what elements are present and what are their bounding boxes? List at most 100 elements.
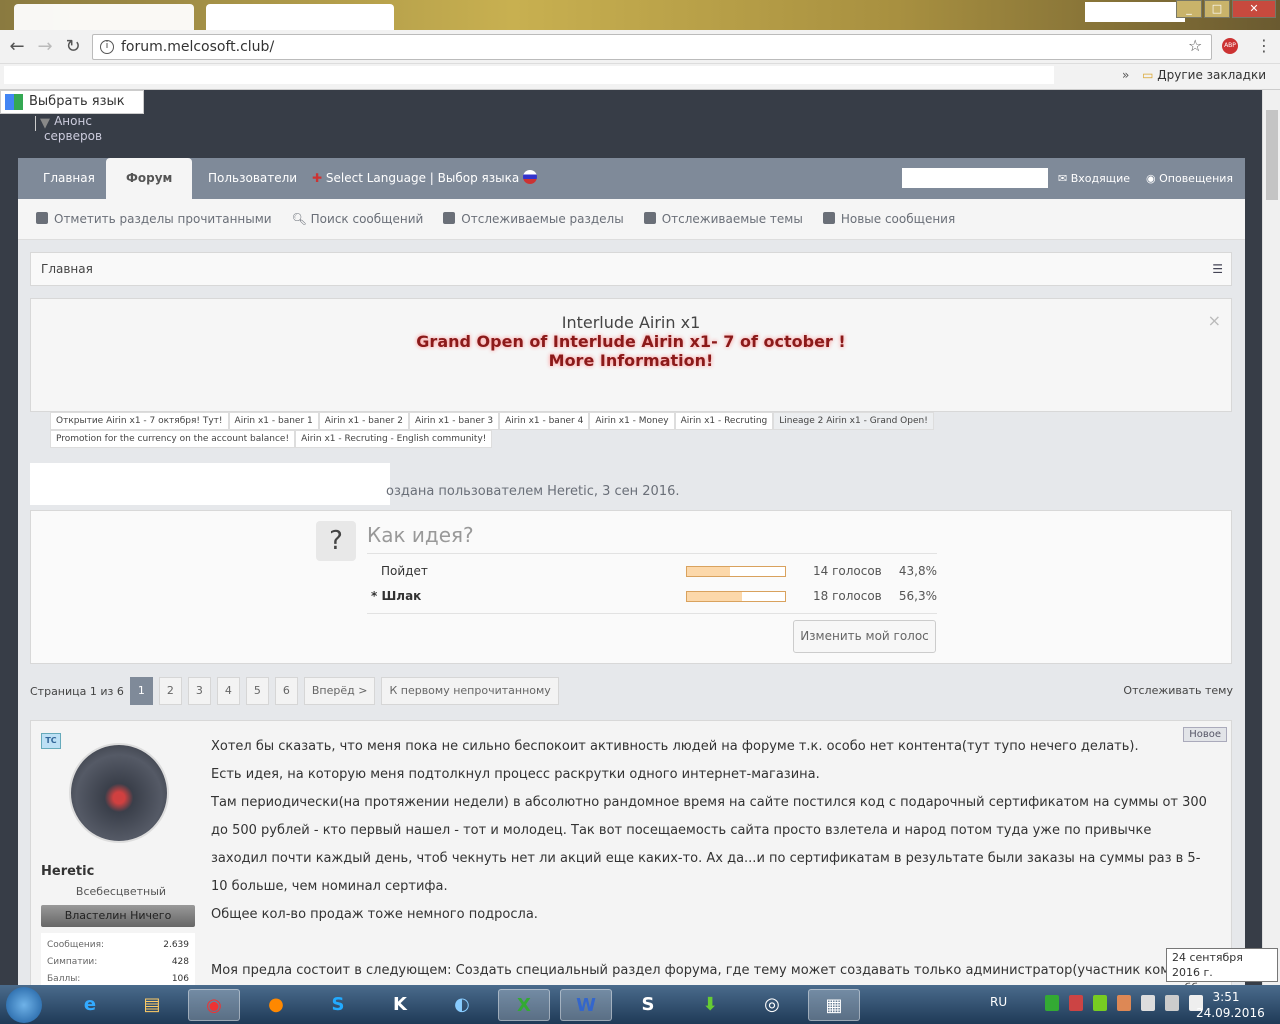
app-s-icon[interactable]: S bbox=[622, 989, 674, 1021]
mark-read-link[interactable]: Отметить разделы прочитанными bbox=[36, 212, 272, 226]
watch-thread-link[interactable]: Отслеживать тему bbox=[1123, 684, 1233, 697]
page-link[interactable]: 4 bbox=[216, 677, 240, 705]
tray-icon[interactable] bbox=[1093, 995, 1107, 1011]
browser-tab[interactable] bbox=[14, 4, 194, 30]
poll-option: Пойдет 14 голосов 43,8% bbox=[367, 559, 937, 584]
taskbar: e ▤ ◉ ● S K ◐ X W S ⬇ ◎ ▦ RU 3:51 24.09.… bbox=[0, 985, 1280, 1024]
user-rank-banner: Властелин Ничего bbox=[41, 905, 195, 927]
browser-tab-active[interactable] bbox=[206, 4, 394, 30]
obs-icon[interactable]: ◎ bbox=[746, 989, 798, 1021]
back-icon[interactable]: ← bbox=[6, 36, 28, 57]
other-bookmarks[interactable]: ▭ Другие закладки bbox=[1142, 68, 1266, 82]
firefox-icon[interactable]: ● bbox=[250, 989, 302, 1021]
alerts-link[interactable]: ◉ Оповещения bbox=[1146, 158, 1233, 199]
app-icon[interactable]: K bbox=[374, 989, 426, 1021]
poll-question: Как идея? bbox=[367, 523, 474, 547]
menu-icon[interactable]: ⋮ bbox=[1256, 36, 1272, 55]
new-posts-link[interactable]: Новые сообщения bbox=[822, 212, 955, 226]
flag-icon[interactable] bbox=[1141, 995, 1155, 1011]
notice-tab[interactable]: Airin x1 - baner 2 bbox=[318, 412, 409, 430]
redacted-bookmarks bbox=[4, 66, 1054, 84]
notice-tab[interactable]: Airin x1 - baner 4 bbox=[499, 412, 590, 430]
close-button[interactable]: ✕ bbox=[1232, 0, 1276, 18]
notice-headline[interactable]: Grand Open of Interlude Airin x1- 7 of o… bbox=[31, 332, 1231, 351]
watched-forums-link[interactable]: Отслеживаемые разделы bbox=[443, 212, 624, 226]
server-announce-link[interactable]: Анонс серверов bbox=[40, 114, 106, 144]
forward-icon[interactable]: → bbox=[34, 36, 56, 57]
stat-row: Баллы: 106 bbox=[47, 971, 189, 985]
page-link[interactable]: 1 bbox=[129, 677, 153, 705]
ie-icon[interactable]: e bbox=[64, 989, 116, 1021]
chrome-icon[interactable]: ◉ bbox=[188, 989, 240, 1021]
reload-icon[interactable]: ↻ bbox=[62, 36, 84, 57]
breadcrumb-home[interactable]: Главная bbox=[41, 262, 93, 276]
teamspeak-icon[interactable]: ◐ bbox=[436, 989, 488, 1021]
excel-icon[interactable]: X bbox=[498, 989, 550, 1021]
change-vote-button[interactable]: Изменить мой голос bbox=[793, 620, 936, 653]
first-unread-button[interactable]: К первому непрочитанному bbox=[381, 677, 559, 705]
language-label: Select Language | Выбор языка bbox=[325, 171, 520, 185]
close-icon[interactable]: × bbox=[1208, 311, 1221, 330]
notice-tab[interactable]: Airin x1 - Recruting bbox=[674, 412, 774, 430]
tray-icon[interactable] bbox=[1069, 995, 1083, 1011]
clock[interactable]: 3:51 24.09.2016 bbox=[1196, 989, 1265, 1021]
notice-tab[interactable]: Airin x1 - baner 1 bbox=[228, 412, 319, 430]
skype-icon[interactable]: S bbox=[312, 989, 364, 1021]
explorer-icon[interactable]: ▤ bbox=[126, 989, 178, 1021]
search-posts-link[interactable]: 🔍︎ Поиск сообщений bbox=[292, 212, 424, 226]
page-label: Страница 1 из 6 bbox=[30, 684, 124, 698]
stat-row: Симпатии: 428 bbox=[47, 954, 189, 971]
maximize-button[interactable]: □ bbox=[1204, 0, 1230, 18]
poll-option-label: Пойдет bbox=[381, 564, 428, 578]
other-bookmarks-label: Другие закладки bbox=[1157, 68, 1266, 82]
page-link[interactable]: 2 bbox=[158, 677, 182, 705]
network-icon[interactable] bbox=[1165, 995, 1179, 1011]
language-indicator[interactable]: RU bbox=[990, 995, 1007, 1009]
username[interactable]: Heretic bbox=[41, 864, 94, 879]
word-icon[interactable]: W bbox=[560, 989, 612, 1021]
inbox-link[interactable]: ✉ Входящие bbox=[1058, 158, 1130, 199]
notice-tab[interactable]: Airin x1 - Money bbox=[589, 412, 675, 430]
divider bbox=[367, 553, 937, 554]
stat-row: Сообщения: 2.639 bbox=[47, 937, 189, 954]
nav-tab-home[interactable]: Главная bbox=[23, 158, 115, 199]
scrollbar-thumb[interactable] bbox=[1266, 110, 1278, 200]
page-link[interactable]: 5 bbox=[245, 677, 269, 705]
nav-tab-language[interactable]: ✚ Select Language | Выбор языка bbox=[292, 158, 557, 199]
post: TC Heretic Всебесцветный Властелин Ничег… bbox=[30, 720, 1232, 985]
poll-votes: 14 голосов bbox=[813, 564, 882, 578]
page-link[interactable]: 6 bbox=[274, 677, 298, 705]
window-controls: _ □ ✕ bbox=[1176, 0, 1276, 18]
notice-tab[interactable]: Promotion for the currency on the accoun… bbox=[50, 430, 296, 448]
user-stats: Сообщения: 2.639 Симпатии: 428 Баллы: 106 bbox=[41, 933, 195, 985]
redacted-user bbox=[902, 168, 1048, 188]
volume-icon[interactable] bbox=[1117, 995, 1131, 1011]
minimize-button[interactable]: _ bbox=[1176, 0, 1202, 18]
notice-more-link[interactable]: More Information! bbox=[31, 351, 1231, 370]
nav-tab-forum[interactable]: Форум bbox=[106, 158, 192, 199]
video-editor-icon[interactable]: ▦ bbox=[808, 989, 860, 1021]
redacted-thread-title bbox=[30, 463, 390, 505]
more-bookmarks-button[interactable]: » bbox=[1122, 68, 1129, 82]
star-icon[interactable]: ☆ bbox=[1188, 36, 1202, 55]
notice-tab[interactable]: Airin x1 - baner 3 bbox=[408, 412, 500, 430]
watched-threads-link[interactable]: Отслеживаемые темы bbox=[643, 212, 803, 226]
page-link[interactable]: 3 bbox=[187, 677, 211, 705]
address-bar[interactable]: i forum.melcosoft.club/ bbox=[92, 34, 1212, 60]
folder-icon: ▭ bbox=[1142, 68, 1154, 82]
next-page-button[interactable]: Вперёд > bbox=[303, 677, 376, 705]
download-icon[interactable]: ⬇ bbox=[684, 989, 736, 1021]
start-button[interactable] bbox=[6, 987, 42, 1023]
notice-tab-active[interactable]: Lineage 2 Airin x1 - Grand Open! bbox=[773, 412, 934, 430]
google-translate-select[interactable]: Выбрать язык ▼ bbox=[0, 90, 144, 131]
clock-time: 3:51 bbox=[1212, 990, 1240, 1004]
adblock-icon[interactable]: ABP bbox=[1222, 38, 1238, 54]
tray-icon[interactable] bbox=[1045, 995, 1059, 1011]
notice-tabs: Открытие Airin x1 - 7 октября! Тут! Airi… bbox=[50, 412, 1090, 448]
info-icon[interactable]: i bbox=[100, 40, 114, 54]
avatar[interactable] bbox=[69, 743, 169, 843]
scrollbar[interactable] bbox=[1262, 90, 1280, 985]
notice-tab[interactable]: Airin x1 - Recruting - English community… bbox=[295, 430, 493, 448]
notice-tab[interactable]: Открытие Airin x1 - 7 октября! Тут! bbox=[50, 412, 229, 430]
list-icon[interactable]: ☰ bbox=[1212, 253, 1223, 285]
